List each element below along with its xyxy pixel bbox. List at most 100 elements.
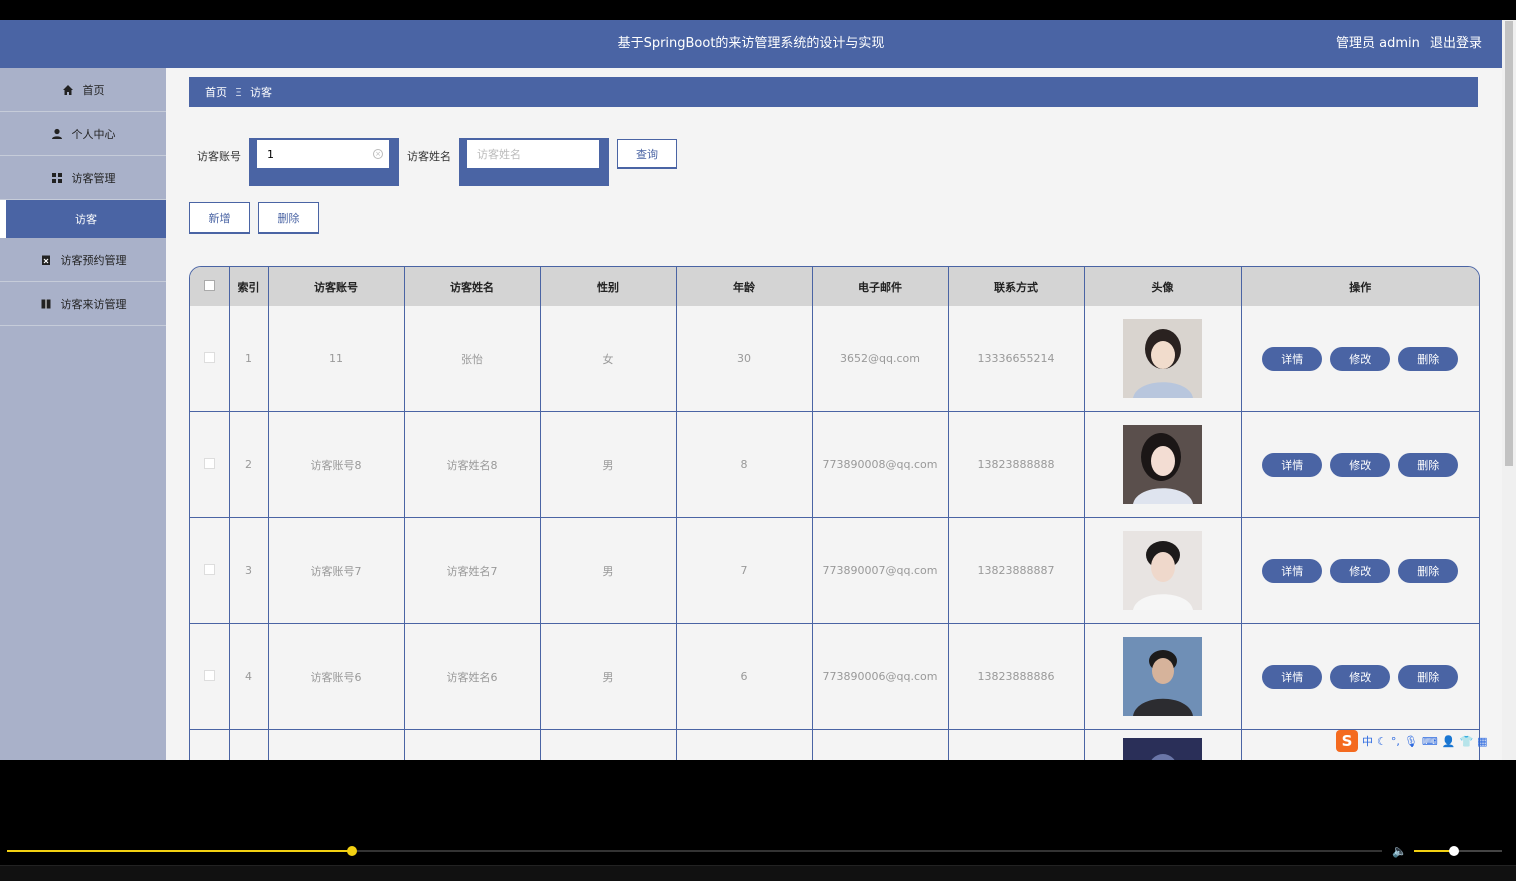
edit-button[interactable]: 修改 bbox=[1330, 558, 1391, 583]
app-title: 基于SpringBoot的来访管理系统的设计与实现 bbox=[617, 36, 885, 51]
edit-button[interactable]: 修改 bbox=[1330, 346, 1391, 371]
calendar-icon bbox=[40, 254, 52, 266]
detail-button[interactable]: 详情 bbox=[1262, 664, 1323, 689]
cell-name: 访客姓名7 bbox=[404, 517, 541, 624]
cell-gender: 男 bbox=[540, 623, 677, 730]
avatar bbox=[1123, 425, 1202, 504]
detail-button[interactable]: 详情 bbox=[1262, 558, 1323, 583]
cell-email: 773890007@qq.com bbox=[812, 517, 949, 624]
cell-gender: 女 bbox=[540, 306, 677, 412]
sidebar-item-visitor-mgmt[interactable]: 访客管理 bbox=[0, 156, 166, 200]
sidebar-item-label: 访客管理 bbox=[71, 171, 116, 185]
name-label: 访客姓名 bbox=[407, 150, 451, 163]
breadcrumb: 首页 Ξ 访客 bbox=[189, 77, 1478, 107]
select-all-header bbox=[190, 267, 230, 306]
cell-age: 6 bbox=[676, 623, 813, 730]
row-delete-button[interactable]: 删除 bbox=[1398, 664, 1459, 689]
edit-button[interactable]: 修改 bbox=[1330, 664, 1391, 689]
table-row bbox=[190, 729, 1479, 760]
cell-phone: 13823888887 bbox=[948, 517, 1085, 624]
cell-name: 访客姓名6 bbox=[404, 623, 541, 730]
cell-age: 7 bbox=[676, 517, 813, 624]
sidebar-item-label: 访客 bbox=[75, 213, 97, 226]
cell-gender: 男 bbox=[540, 517, 677, 624]
scrollbar-thumb[interactable] bbox=[1505, 21, 1513, 466]
query-button[interactable]: 查询 bbox=[617, 139, 677, 169]
breadcrumb-home[interactable]: 首页 bbox=[205, 84, 227, 100]
volume-icon[interactable]: 🔈 bbox=[1392, 844, 1407, 858]
account-label: 访客账号 bbox=[197, 150, 241, 163]
sidebar-item-home[interactable]: 首页 bbox=[0, 68, 166, 112]
volume-slider[interactable] bbox=[1414, 846, 1502, 856]
volume-level bbox=[1414, 850, 1454, 852]
sidebar-item-label: 首页 bbox=[82, 83, 105, 97]
microphone-icon[interactable]: 🎙 bbox=[1404, 735, 1418, 748]
cell-email: 773890008@qq.com bbox=[812, 411, 949, 518]
seek-progress bbox=[7, 850, 353, 852]
row-delete-button[interactable]: 删除 bbox=[1398, 346, 1459, 371]
book-icon bbox=[40, 298, 52, 310]
app-window: 基于SpringBoot的来访管理系统的设计与实现 管理员 admin 退出登录… bbox=[0, 20, 1502, 760]
column-header: 年龄 bbox=[676, 267, 813, 306]
name-field-wrap bbox=[459, 138, 609, 186]
avatar bbox=[1123, 319, 1202, 398]
keyboard-icon[interactable]: ⌨ bbox=[1422, 735, 1438, 748]
cell-age: 8 bbox=[676, 411, 813, 518]
cell-name: 访客姓名8 bbox=[404, 411, 541, 518]
bottom-strip bbox=[0, 865, 1516, 881]
row-checkbox[interactable] bbox=[203, 669, 215, 681]
detail-button[interactable]: 详情 bbox=[1262, 452, 1323, 477]
column-header: 电子邮件 bbox=[812, 267, 949, 306]
cell-index: 1 bbox=[229, 306, 269, 412]
sidebar-item-label: 个人中心 bbox=[71, 127, 116, 141]
sidebar: 首页 个人中心 访客管理 访客 访客预约管理 访客来访管理 bbox=[0, 68, 166, 760]
sidebar-item-visit-mgmt[interactable]: 访客来访管理 bbox=[0, 282, 166, 326]
edit-button[interactable]: 修改 bbox=[1330, 452, 1391, 477]
volume-handle[interactable] bbox=[1448, 846, 1459, 856]
sidebar-item-appointment-mgmt[interactable]: 访客预约管理 bbox=[0, 238, 166, 282]
cell-gender: 男 bbox=[540, 411, 677, 518]
page-scrollbar[interactable] bbox=[1502, 20, 1516, 760]
shirt-icon[interactable]: 👕 bbox=[1459, 735, 1473, 748]
cell-account: 访客账号6 bbox=[268, 623, 405, 730]
grid-icon[interactable]: ▦ bbox=[1477, 735, 1487, 748]
sogou-logo-icon[interactable]: S bbox=[1336, 730, 1358, 752]
cell-account: 访客账号7 bbox=[268, 517, 405, 624]
top-bar: 基于SpringBoot的来访管理系统的设计与实现 管理员 admin 退出登录 bbox=[0, 20, 1502, 68]
punctuation-icon[interactable]: °, bbox=[1391, 735, 1400, 748]
seek-handle[interactable] bbox=[347, 846, 358, 856]
sidebar-item-visitor[interactable]: 访客 bbox=[0, 200, 166, 238]
select-all-checkbox[interactable] bbox=[203, 279, 215, 291]
row-delete-button[interactable]: 删除 bbox=[1398, 452, 1459, 477]
action-bar: 新增 删除 bbox=[189, 202, 327, 234]
row-checkbox[interactable] bbox=[203, 457, 215, 469]
seek-bar[interactable] bbox=[7, 846, 1382, 856]
moon-icon[interactable]: ☾ bbox=[1377, 735, 1387, 748]
breadcrumb-separator: Ξ bbox=[235, 85, 242, 99]
user-icon bbox=[51, 128, 63, 140]
user-icon[interactable]: 👤 bbox=[1442, 735, 1456, 748]
search-bar: 访客账号 × 访客姓名 查询 bbox=[197, 138, 677, 186]
cell-age: 30 bbox=[676, 306, 813, 412]
clear-icon[interactable]: × bbox=[373, 149, 383, 159]
name-input[interactable] bbox=[467, 140, 599, 168]
ime-toolbar: S 中 ☾ °, 🎙 ⌨ 👤 👕 ▦ bbox=[1336, 729, 1488, 753]
detail-button[interactable]: 详情 bbox=[1262, 346, 1323, 371]
row-checkbox[interactable] bbox=[203, 351, 215, 363]
sidebar-item-label: 访客预约管理 bbox=[60, 253, 127, 267]
avatar bbox=[1123, 637, 1202, 716]
delete-button[interactable]: 删除 bbox=[258, 202, 319, 234]
sidebar-item-profile[interactable]: 个人中心 bbox=[0, 112, 166, 156]
user-role: 管理员 admin bbox=[1335, 36, 1420, 51]
main-content: 首页 Ξ 访客 访客账号 × 访客姓名 查询 新增 删除 bbox=[166, 68, 1502, 760]
add-button[interactable]: 新增 bbox=[189, 202, 250, 234]
ime-mode[interactable]: 中 bbox=[1362, 733, 1373, 749]
table-header-row: 索引 访客账号 访客姓名 性别 年龄 电子邮件 联系方式 头像 操作 bbox=[190, 267, 1479, 306]
cell-index: 4 bbox=[229, 623, 269, 730]
account-input[interactable] bbox=[257, 140, 389, 168]
cell-index: 3 bbox=[229, 517, 269, 624]
row-checkbox[interactable] bbox=[203, 563, 215, 575]
row-delete-button[interactable]: 删除 bbox=[1398, 558, 1459, 583]
logout-link[interactable]: 退出登录 bbox=[1430, 36, 1482, 51]
user-area: 管理员 admin 退出登录 bbox=[1330, 20, 1482, 68]
